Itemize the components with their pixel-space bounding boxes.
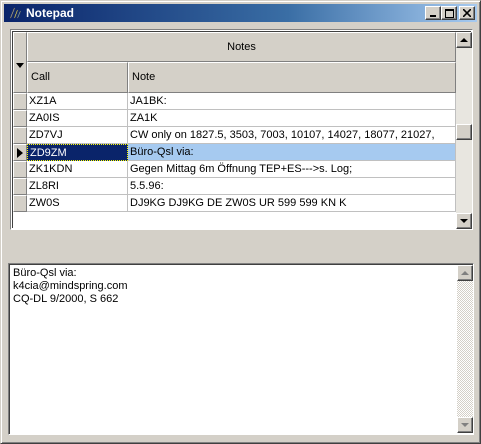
cell-note[interactable]: Gegen Mittag 6m Öffnung TEP+ES--->s. Log… — [128, 161, 456, 178]
column-header-call[interactable]: Call — [27, 62, 128, 93]
memo-line: CQ-DL 9/2000, S 662 — [13, 293, 119, 305]
minimize-icon — [430, 15, 436, 17]
current-row-arrow-icon — [17, 148, 23, 158]
cell-note[interactable]: ZA1K — [128, 110, 456, 127]
table-row[interactable]: ZA0IS ZA1K — [27, 110, 456, 127]
row-indicator-current[interactable] — [13, 144, 27, 161]
cell-note[interactable]: 5.5.96: — [128, 178, 456, 195]
table-row-selected[interactable]: ZD9ZM Büro-Qsl via: — [27, 144, 456, 161]
cell-call[interactable]: ZK1KDN — [27, 161, 128, 178]
cell-call[interactable]: ZW0S — [27, 195, 128, 212]
group-header-notes: Notes — [27, 32, 456, 62]
memo-line: Büro-Qsl via: — [13, 267, 77, 279]
window-title: Notepad — [26, 6, 74, 20]
row-indicator-column — [13, 32, 27, 229]
cell-note[interactable]: Büro-Qsl via: — [128, 144, 456, 161]
indicator-header — [13, 32, 27, 93]
row-indicator[interactable] — [13, 110, 27, 127]
scroll-thumb[interactable] — [456, 124, 472, 140]
row-indicator[interactable] — [13, 178, 27, 195]
cell-call[interactable]: ZD9ZM — [27, 144, 128, 161]
scroll-up-button[interactable] — [456, 32, 472, 48]
arrow-up-icon — [460, 38, 468, 42]
row-indicator[interactable] — [13, 93, 27, 110]
table-row[interactable]: XZ1A JA1BK: — [27, 93, 456, 110]
maximize-button[interactable] — [441, 6, 457, 20]
note-memo[interactable]: Büro-Qsl via: k4cia@mindspring.com CQ-DL… — [8, 263, 474, 435]
column-header-label: Call — [31, 71, 50, 83]
close-button[interactable] — [459, 6, 475, 20]
sort-arrow-icon — [16, 63, 24, 68]
memo-line: k4cia@mindspring.com — [13, 280, 128, 292]
maximize-icon — [444, 8, 454, 18]
grid-vertical-scrollbar[interactable] — [456, 32, 472, 229]
row-indicator[interactable] — [13, 161, 27, 178]
memo-text[interactable]: Büro-Qsl via: k4cia@mindspring.com CQ-DL… — [13, 267, 128, 306]
memo-scroll-up-button[interactable] — [457, 265, 473, 281]
app-icon — [7, 5, 23, 21]
cell-call[interactable]: ZD7VJ — [27, 127, 128, 144]
column-header-note[interactable]: Note — [128, 62, 456, 93]
group-header-label: Notes — [227, 41, 256, 53]
title-bar[interactable]: Notepad — [4, 4, 477, 22]
scroll-down-button[interactable] — [456, 213, 472, 229]
arrow-down-icon — [460, 219, 468, 223]
cell-note[interactable]: JA1BK: — [128, 93, 456, 110]
notepad-window: Notepad Notes Call Note XZ1A JA1BK: ZA0I… — [0, 0, 481, 444]
table-row[interactable]: ZK1KDN Gegen Mittag 6m Öffnung TEP+ES---… — [27, 161, 456, 178]
column-header-label: Note — [132, 71, 156, 83]
cell-call[interactable]: XZ1A — [27, 93, 128, 110]
table-row[interactable]: ZL8RI 5.5.96: — [27, 178, 456, 195]
table-row[interactable]: ZD7VJ CW only on 1827.5, 3503, 7003, 101… — [27, 127, 456, 144]
close-icon — [463, 9, 471, 17]
arrow-up-icon — [461, 271, 469, 275]
notes-grid[interactable]: Notes Call Note XZ1A JA1BK: ZA0IS ZA1K Z… — [10, 29, 473, 230]
memo-scroll-down-button[interactable] — [457, 417, 473, 433]
table-row[interactable]: ZW0S DJ9KG DJ9KG DE ZW0S UR 599 599 KN K — [27, 195, 456, 212]
row-indicator[interactable] — [13, 195, 27, 212]
memo-vertical-scrollbar[interactable] — [457, 265, 473, 433]
cell-note[interactable]: DJ9KG DJ9KG DE ZW0S UR 599 599 KN K — [128, 195, 456, 212]
arrow-down-icon — [461, 423, 469, 427]
cell-call[interactable]: ZL8RI — [27, 178, 128, 195]
row-indicator[interactable] — [13, 127, 27, 144]
cell-call[interactable]: ZA0IS — [27, 110, 128, 127]
minimize-button[interactable] — [425, 6, 441, 20]
cell-note[interactable]: CW only on 1827.5, 3503, 7003, 10107, 14… — [128, 127, 456, 144]
